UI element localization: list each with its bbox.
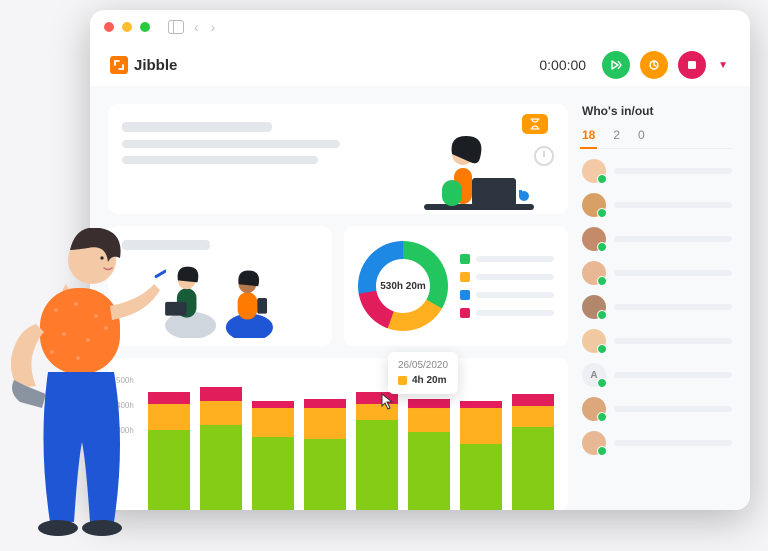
person-at-desk-icon (394, 118, 554, 228)
clock-icon (534, 146, 554, 166)
person-row[interactable] (582, 329, 732, 353)
avatar (582, 397, 606, 421)
avatar: A (582, 363, 606, 387)
legend-item (460, 290, 554, 300)
hero-card (108, 104, 568, 214)
person-row[interactable] (582, 397, 732, 421)
person-name-skeleton (614, 270, 732, 276)
person-row[interactable] (582, 159, 732, 183)
legend-item (460, 254, 554, 264)
avatar (582, 261, 606, 285)
person-name-skeleton (614, 440, 732, 446)
bar[interactable] (200, 387, 242, 510)
person-row[interactable] (582, 431, 732, 455)
bar[interactable] (460, 401, 502, 510)
clock-out-button[interactable] (678, 51, 706, 79)
person-name-skeleton (614, 372, 732, 378)
dashboard-body: 530h 20m 500h 400h 300h (90, 86, 750, 510)
avatar (582, 159, 606, 183)
brand-logo[interactable]: Jibble (110, 56, 177, 74)
person-row[interactable]: A (582, 363, 732, 387)
people-list: A (582, 159, 732, 455)
bar[interactable] (252, 401, 294, 510)
person-name-skeleton (614, 406, 732, 412)
hourglass-badge-icon (522, 114, 548, 134)
more-menu-icon[interactable]: ▼ (716, 60, 730, 71)
brand-logo-icon (110, 56, 128, 74)
tab-out[interactable]: 2 (613, 128, 620, 142)
bar-chart (148, 368, 554, 510)
person-name-skeleton (614, 338, 732, 344)
presenter-illustration (6, 228, 166, 538)
app-header: Jibble 0:00:00 ▼ (90, 44, 750, 86)
sidebar-panel: Who's in/out 18 2 0 A (582, 104, 732, 510)
avatar (582, 329, 606, 353)
person-name-skeleton (614, 236, 732, 242)
bar[interactable] (408, 399, 450, 510)
nav-back-icon[interactable]: ‹ (192, 19, 201, 35)
main-column: 530h 20m 500h 400h 300h (108, 104, 568, 510)
bar-chart-card: 500h 400h 300h 26/05/2020 4h 20m (108, 358, 568, 510)
mid-row: 530h 20m (108, 226, 568, 346)
sidebar-toggle-icon[interactable] (168, 20, 184, 34)
donut-chart: 530h 20m (358, 241, 448, 331)
window-titlebar: ‹ › (90, 10, 750, 44)
bar[interactable] (512, 394, 554, 510)
window-zoom-icon[interactable] (140, 22, 150, 32)
stop-icon (686, 59, 698, 71)
avatar (582, 295, 606, 319)
sidebar-title: Who's in/out (582, 104, 732, 118)
donut-card: 530h 20m (344, 226, 568, 346)
legend-item (460, 308, 554, 318)
brand-name: Jibble (134, 57, 177, 74)
play-arrow-icon (609, 58, 623, 72)
timer-display: 0:00:00 (539, 57, 586, 73)
donut-legend (460, 254, 554, 318)
tooltip-date: 26/05/2020 (398, 360, 448, 371)
donut-center-label: 530h 20m (376, 259, 430, 313)
hero-illustration (394, 118, 554, 200)
app-window: ‹ › Jibble 0:00:00 ▼ (90, 10, 750, 510)
chart-tooltip: 26/05/2020 4h 20m (388, 352, 458, 394)
person-name-skeleton (614, 168, 732, 174)
person-row[interactable] (582, 295, 732, 319)
person-row[interactable] (582, 261, 732, 285)
legend-item (460, 272, 554, 282)
window-minimize-icon[interactable] (122, 22, 132, 32)
break-button[interactable] (640, 51, 668, 79)
tab-in[interactable]: 18 (582, 128, 595, 142)
nav-forward-icon[interactable]: › (209, 19, 218, 35)
tab-break[interactable]: 0 (638, 128, 645, 142)
person-row[interactable] (582, 193, 732, 217)
avatar (582, 431, 606, 455)
clock-in-button[interactable] (602, 51, 630, 79)
presence-tabs: 18 2 0 (582, 128, 732, 149)
tooltip-value: 4h 20m (412, 375, 446, 386)
tooltip-swatch-icon (398, 376, 407, 385)
person-name-skeleton (614, 304, 732, 310)
coffee-icon (647, 58, 661, 72)
window-close-icon[interactable] (104, 22, 114, 32)
person-name-skeleton (614, 202, 732, 208)
bar[interactable] (304, 399, 346, 510)
avatar (582, 193, 606, 217)
cursor-icon (380, 392, 398, 410)
avatar (582, 227, 606, 251)
hero-text-skeleton (122, 118, 394, 200)
person-row[interactable] (582, 227, 732, 251)
